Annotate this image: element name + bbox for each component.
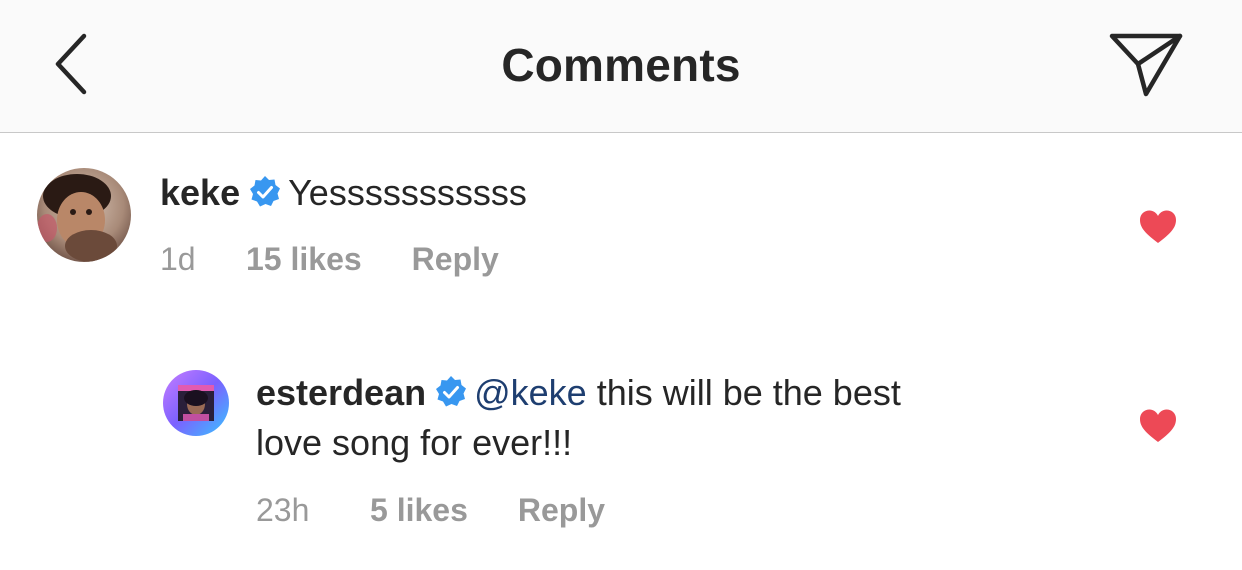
avatar[interactable]	[37, 168, 131, 262]
comment-timestamp: 1d	[160, 241, 196, 277]
comment-username[interactable]: keke	[160, 172, 240, 213]
comment-text: esterdean @keke this will be the best lov…	[256, 368, 1076, 468]
comment-text: keke Yesssssssssss	[160, 168, 1060, 218]
comment-message-line2: love song for ever!!!	[256, 422, 573, 463]
heart-icon[interactable]	[1138, 209, 1178, 245]
comment-meta: 1d 15 likes Reply	[160, 241, 499, 278]
page-title: Comments	[501, 39, 741, 91]
avatar[interactable]	[163, 370, 229, 436]
comment-username[interactable]: esterdean	[256, 372, 426, 413]
verified-badge-icon	[436, 376, 467, 407]
avatar-image	[37, 168, 131, 262]
comment-item: keke Yesssssssssss 1d 15 likes Reply	[0, 133, 1242, 303]
paper-plane-icon	[1109, 33, 1183, 97]
mention-link[interactable]: @keke	[474, 372, 587, 413]
comment-message: this will be the best	[586, 372, 901, 413]
comments-screen: Comments keke Yesssssssssss 1d 15 likes …	[0, 0, 1242, 570]
comment-item: esterdean @keke this will be the best lov…	[0, 340, 1242, 570]
share-button[interactable]	[1100, 26, 1190, 106]
reply-button[interactable]: Reply	[412, 241, 499, 278]
nav-header: Comments	[0, 0, 1242, 133]
comment-meta: 23h 5 likes Reply	[256, 492, 605, 529]
heart-icon[interactable]	[1138, 408, 1178, 444]
comment-message: Yesssssssssss	[288, 172, 527, 213]
avatar-image	[163, 370, 229, 436]
comment-likes-count[interactable]: 15 likes	[246, 241, 362, 278]
comment-likes-count[interactable]: 5 likes	[370, 492, 468, 529]
verified-badge-icon	[250, 176, 281, 207]
reply-button[interactable]: Reply	[518, 492, 605, 529]
comment-timestamp: 23h	[256, 492, 310, 528]
